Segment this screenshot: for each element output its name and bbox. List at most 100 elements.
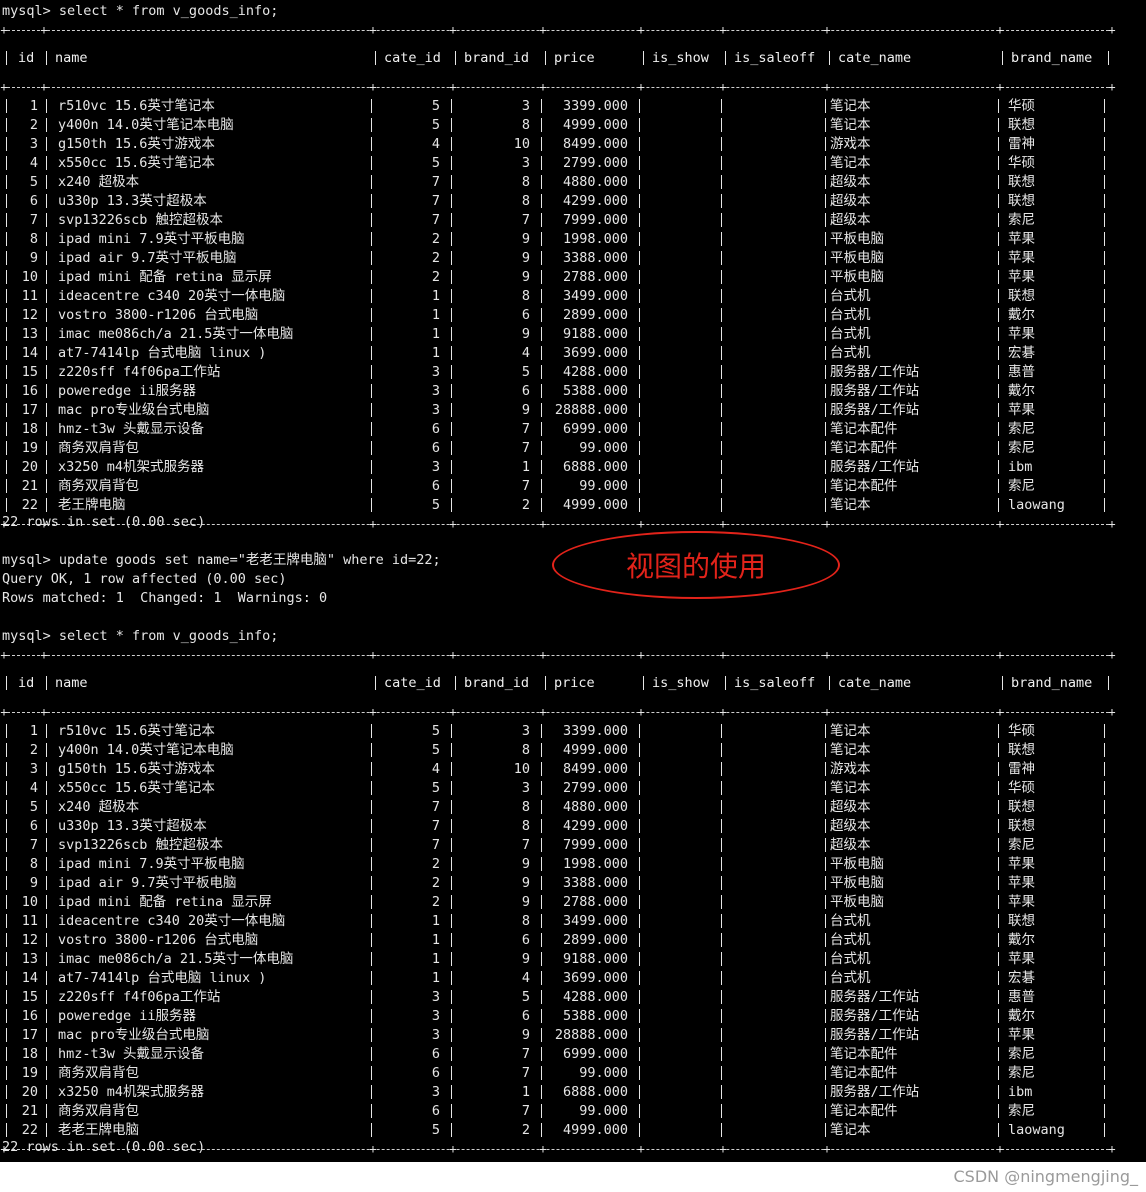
- column-separator: [998, 365, 999, 379]
- column-separator: [1104, 194, 1105, 208]
- cell-is-saleoff: [730, 211, 814, 230]
- cell-is-saleoff: [730, 836, 814, 855]
- table-row: 8 ipad mini 7.9英寸平板电脑 2 9 1998.000 平板电脑 苹果: [0, 230, 1120, 249]
- cell-brand-id: 8: [521, 288, 530, 304]
- column-separator: [1104, 175, 1105, 189]
- table-row: 17 mac pro专业级台式电脑 3 9 28888.000 服务器/工作站 苹果: [0, 401, 1120, 420]
- column-separator: [541, 819, 542, 833]
- cell-brand-id: 9: [521, 894, 530, 910]
- column-separator: [1104, 990, 1105, 1004]
- cell-id: 11: [21, 913, 38, 929]
- column-separator: [6, 762, 7, 776]
- column-separator: [1104, 365, 1105, 379]
- column-separator: [1104, 1085, 1105, 1099]
- border-corner: +: [539, 705, 547, 719]
- terminal-window[interactable]: mysql> select * from v_goods_info; + + + + +…: [0, 0, 1146, 1162]
- column-separator: [825, 914, 826, 928]
- column-separator: [825, 251, 826, 265]
- column-separator: [371, 933, 372, 947]
- cell-cate-name: 服务器/工作站: [830, 989, 920, 1005]
- column-separator: [825, 1066, 826, 1080]
- cell-is-show: [650, 496, 708, 515]
- column-separator: [46, 270, 47, 284]
- cell-price: 6888.000: [562, 1084, 628, 1100]
- border-corner: +: [823, 80, 831, 94]
- column-separator: [825, 232, 826, 246]
- cell-cate-name: 台式机: [830, 932, 871, 948]
- cell-brand-id: 8: [521, 799, 530, 815]
- cell-is-show: [650, 1007, 708, 1026]
- column-separator: [541, 289, 542, 303]
- column-separator: [46, 498, 47, 512]
- column-separator: [825, 990, 826, 1004]
- cell-brand-id: 9: [521, 402, 530, 418]
- cell-is-saleoff: [730, 249, 814, 268]
- column-header-is-saleoff: is_saleoff: [734, 50, 816, 66]
- column-separator: [725, 676, 726, 690]
- cell-price: 99.000: [579, 478, 628, 494]
- column-separator: [825, 933, 826, 947]
- table-row: 2 y400n 14.0英寸笔记本电脑 5 8 4999.000 笔记本 联想: [0, 741, 1120, 760]
- cell-brand-id: 1: [521, 1084, 530, 1100]
- column-header-id: id: [18, 50, 35, 66]
- border-corner: +: [996, 705, 1004, 719]
- column-separator: [371, 876, 372, 890]
- column-separator: [1104, 933, 1105, 947]
- column-separator: [1104, 800, 1105, 814]
- column-separator: [371, 308, 372, 322]
- table-row: 2 y400n 14.0英寸笔记本电脑 5 8 4999.000 笔记本 联想: [0, 116, 1120, 135]
- table-row: 8 ipad mini 7.9英寸平板电脑 2 9 1998.000 平板电脑 苹果: [0, 855, 1120, 874]
- column-separator: [998, 857, 999, 871]
- column-separator: [639, 1085, 640, 1099]
- column-separator: [721, 895, 722, 909]
- column-separator: [6, 933, 7, 947]
- column-separator: [639, 1104, 640, 1118]
- column-separator: [998, 346, 999, 360]
- cell-is-show: [650, 1121, 708, 1140]
- column-separator: [1104, 137, 1105, 151]
- column-separator: [451, 1028, 452, 1042]
- column-separator: [998, 895, 999, 909]
- column-separator: [451, 403, 452, 417]
- cell-name: ipad mini 7.9英寸平板电脑: [58, 856, 245, 872]
- border-corner: +: [823, 705, 831, 719]
- column-separator: [451, 99, 452, 113]
- table-row: 1 r510vc 15.6英寸笔记本 5 3 3399.000 笔记本 华硕: [0, 97, 1120, 116]
- border-corner: +: [449, 1142, 457, 1156]
- cell-name: g150th 15.6英寸游戏本: [58, 761, 215, 777]
- cell-cate-name: 笔记本: [830, 155, 871, 171]
- annotation-ellipse: 视图的使用: [552, 531, 840, 599]
- column-separator: [1104, 1047, 1105, 1061]
- cell-is-show: [650, 420, 708, 439]
- column-separator: [46, 232, 47, 246]
- cell-is-show: [650, 344, 708, 363]
- column-separator: [451, 876, 452, 890]
- column-separator: [6, 724, 7, 738]
- column-separator: [541, 308, 542, 322]
- column-separator: [6, 1085, 7, 1099]
- column-separator: [541, 1085, 542, 1099]
- column-separator: [6, 800, 7, 814]
- column-separator: [825, 346, 826, 360]
- cell-is-show: [650, 779, 708, 798]
- column-separator: [1104, 724, 1105, 738]
- cell-brand-id: 2: [521, 1122, 530, 1138]
- cell-cate-name: 游戏本: [830, 761, 871, 777]
- column-separator: [721, 137, 722, 151]
- column-separator: [541, 1047, 542, 1061]
- column-separator: [46, 1047, 47, 1061]
- table-row: 19 商务双肩背包 6 7 99.000 笔记本配件 索尼: [0, 439, 1120, 458]
- cell-cate-id: 7: [431, 174, 440, 190]
- column-separator: [46, 384, 47, 398]
- column-separator: [721, 1123, 722, 1137]
- column-separator: [1104, 289, 1105, 303]
- command-update: mysql> update goods set name="老老王牌电脑" wh…: [2, 552, 441, 568]
- column-separator: [371, 118, 372, 132]
- cell-id: 18: [21, 421, 38, 437]
- column-separator: [46, 857, 47, 871]
- column-separator: [639, 952, 640, 966]
- column-separator: [541, 213, 542, 227]
- column-separator: [1104, 441, 1105, 455]
- column-separator: [541, 952, 542, 966]
- cell-name: poweredge ii服务器: [58, 383, 197, 399]
